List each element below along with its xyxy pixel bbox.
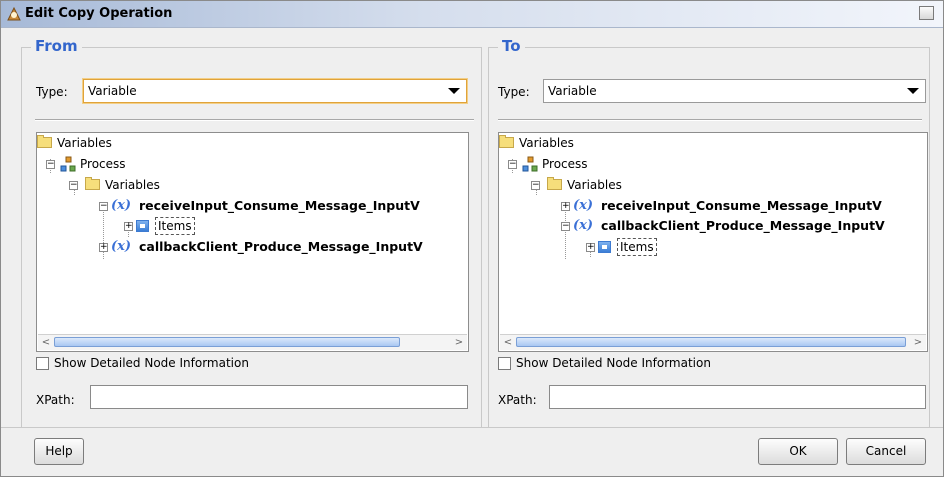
scroll-left-icon[interactable]: < [502,335,514,350]
scroll-thumb[interactable] [54,337,400,347]
element-icon [136,220,149,232]
collapse-icon[interactable]: − [561,222,570,231]
from-variable-tree[interactable]: Variables − Process − Variables − (x) re… [36,132,469,352]
collapse-icon[interactable]: − [508,160,517,169]
xpath-label: XPath: [498,393,537,407]
expand-icon[interactable]: + [586,243,595,252]
folder-icon [85,177,100,190]
to-separator [498,119,922,121]
xpath-label: XPath: [36,393,75,407]
variable-icon: (x) [111,239,132,254]
variable-icon: (x) [573,198,594,213]
to-type-value: Variable [548,84,597,98]
to-type-select[interactable]: Variable [543,79,926,103]
from-panel: From Type: Variable Variables − Process … [21,37,482,427]
variable-icon: (x) [111,198,132,213]
process-icon [60,156,76,172]
collapse-icon[interactable]: − [99,202,108,211]
variable-icon: (x) [573,218,594,233]
edit-copy-operation-dialog: Edit Copy Operation From Type: Variable … [0,0,944,477]
tree-guide [565,203,566,259]
from-title: From [31,37,82,55]
tree-node-label: Items [155,217,195,235]
title-bar: Edit Copy Operation [1,1,943,28]
folder-icon [499,135,514,148]
collapse-icon[interactable]: − [69,181,78,190]
to-variable-tree[interactable]: Variables − Process − Variables + (x) re… [498,132,928,352]
collapse-icon[interactable]: − [531,181,540,190]
to-xpath-input[interactable] [549,385,926,409]
expand-icon[interactable]: + [561,202,570,211]
expand-icon[interactable]: + [99,243,108,252]
show-detail-label[interactable]: Show Detailed Node Information [516,356,711,370]
scroll-left-icon[interactable]: < [40,335,52,350]
show-detail-checkbox[interactable] [36,357,49,370]
from-type-value: Variable [88,84,137,98]
from-separator [35,119,474,121]
app-icon [7,6,21,21]
cancel-button[interactable]: Cancel [846,438,926,465]
horizontal-scrollbar[interactable]: < > [500,334,926,350]
from-type-select[interactable]: Variable [83,79,467,103]
horizontal-scrollbar[interactable]: < > [38,334,467,350]
scroll-right-icon[interactable]: > [453,335,465,350]
chevron-down-icon[interactable] [448,88,460,94]
from-xpath-input[interactable] [90,385,468,409]
dialog-title: Edit Copy Operation [25,6,173,21]
folder-icon [547,177,562,190]
to-title: To [498,37,525,55]
scroll-thumb[interactable] [516,337,906,347]
show-detail-label[interactable]: Show Detailed Node Information [54,356,249,370]
expand-icon[interactable]: + [124,222,133,231]
ok-button[interactable]: OK [758,438,838,465]
tree-node-label: Items [617,238,657,256]
element-icon [598,241,611,253]
scroll-right-icon[interactable]: > [912,335,924,350]
collapse-icon[interactable]: − [46,160,55,169]
from-type-label: Type: [36,85,68,99]
to-type-label: Type: [498,85,530,99]
folder-icon [37,135,52,148]
chevron-down-icon[interactable] [907,88,919,94]
process-icon [522,156,538,172]
help-button[interactable]: Help [34,438,84,465]
show-detail-checkbox[interactable] [498,357,511,370]
to-panel: To Type: Variable Variables − Process − … [488,37,930,427]
footer-separator [1,427,943,428]
close-button[interactable] [919,6,934,20]
